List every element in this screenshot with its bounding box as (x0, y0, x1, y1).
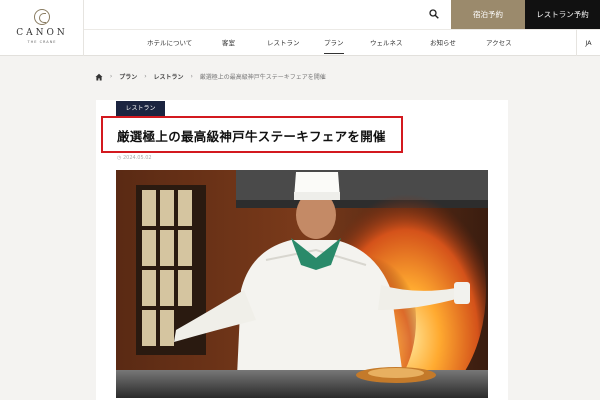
home-icon[interactable] (95, 73, 103, 81)
logo[interactable]: CANON THE CRANE (0, 0, 84, 56)
nav-item-rooms[interactable]: 客室 (222, 30, 235, 56)
breadcrumb-current: 厳選極上の最高級神戸牛ステーキフェアを開催 (199, 74, 326, 81)
logo-mark-icon (34, 9, 50, 25)
nav-item-about[interactable]: ホテルについて (147, 30, 192, 56)
search-icon (429, 9, 439, 19)
search-button[interactable] (420, 0, 450, 29)
breadcrumb: › プラン › レストラン › 厳選極上の最高級神戸牛ステーキフェアを開催 (95, 72, 326, 84)
brand-name: CANON (16, 28, 68, 38)
brand-subtitle: THE CRANE (27, 40, 57, 44)
breadcrumb-separator-icon: › (190, 73, 193, 80)
language-switcher[interactable]: JA (576, 29, 600, 56)
nav-item-plans[interactable]: プラン (324, 30, 344, 56)
nav-item-wellness[interactable]: ウェルネス (370, 30, 403, 56)
main-nav: ホテルについて 客室 レストラン プラン ウェルネス お知らせ アクセス (84, 29, 576, 56)
nav-item-news[interactable]: お知らせ (430, 30, 456, 56)
book-stay-button[interactable]: 宿泊予約 (451, 0, 525, 29)
article-date: ◷ 2024.05.02 (117, 155, 152, 161)
category-tag[interactable]: レストラン (116, 101, 165, 116)
article-title: 厳選極上の最高級神戸牛ステーキフェアを開催 (117, 129, 386, 144)
book-restaurant-button[interactable]: レストラン予約 (525, 0, 600, 29)
article-date-value: 2024.05.02 (122, 155, 152, 161)
breadcrumb-separator-icon: › (144, 73, 147, 80)
breadcrumb-plans[interactable]: プラン (119, 72, 137, 81)
site-header: CANON THE CRANE 宿泊予約 レストラン予約 ホテルについて 客室 … (0, 0, 600, 56)
nav-item-access[interactable]: アクセス (486, 30, 512, 56)
breadcrumb-separator-icon: › (109, 73, 113, 80)
nav-item-restaurant[interactable]: レストラン (267, 30, 300, 56)
article-photo (116, 170, 488, 398)
breadcrumb-restaurant[interactable]: レストラン (154, 72, 184, 81)
